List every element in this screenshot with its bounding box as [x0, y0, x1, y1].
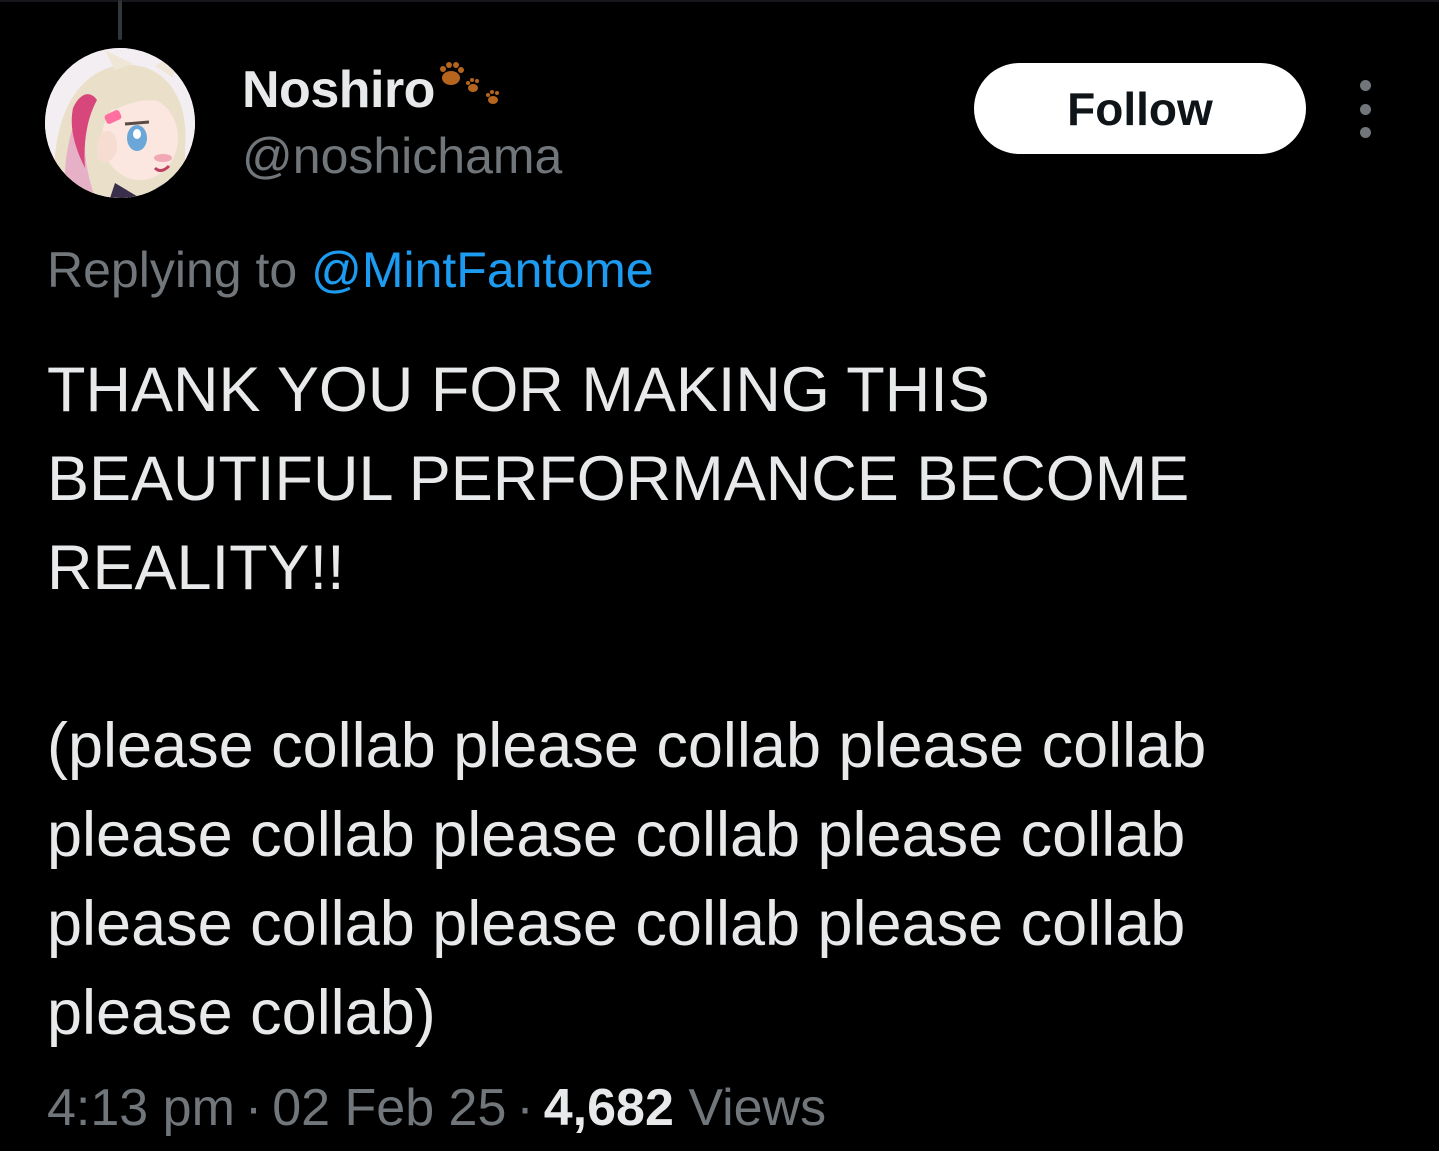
meta-separator: · [244, 1079, 263, 1137]
more-vertical-icon[interactable] [1345, 80, 1385, 138]
more-dot [1359, 80, 1371, 91]
replying-to-line: Replying to @MintFantome [47, 240, 654, 300]
follow-button[interactable]: Follow [974, 63, 1306, 154]
replying-prefix: Replying to [47, 242, 298, 298]
tweet-body-text: THANK YOU FOR MAKING THIS BEAUTIFUL PERF… [47, 355, 1207, 1048]
avatar[interactable] [45, 48, 195, 198]
more-dot [1359, 103, 1371, 115]
tweet-time[interactable]: 4:13 pm [47, 1079, 235, 1137]
author-name-row[interactable]: Noshiro [242, 62, 509, 118]
thread-connector-line [118, 0, 122, 40]
views-label: Views [688, 1079, 827, 1137]
anime-girl-avatar-icon [45, 48, 195, 198]
meta-separator: · [516, 1079, 534, 1137]
display-name[interactable]: Noshiro [242, 62, 435, 118]
more-dot [1359, 127, 1371, 138]
top-divider [0, 0, 1439, 2]
author-handle[interactable]: @noshichama [242, 128, 562, 184]
views-count[interactable]: 4,682 [544, 1079, 674, 1137]
replying-to-mention-link[interactable]: @MintFantome [311, 242, 654, 298]
tweet-date[interactable]: 02 Feb 25 [272, 1079, 506, 1137]
paw-prints-icon [439, 62, 499, 104]
tweet-meta: 4:13 pm · 02 Feb 25 · 4,682 Views [47, 1078, 826, 1138]
